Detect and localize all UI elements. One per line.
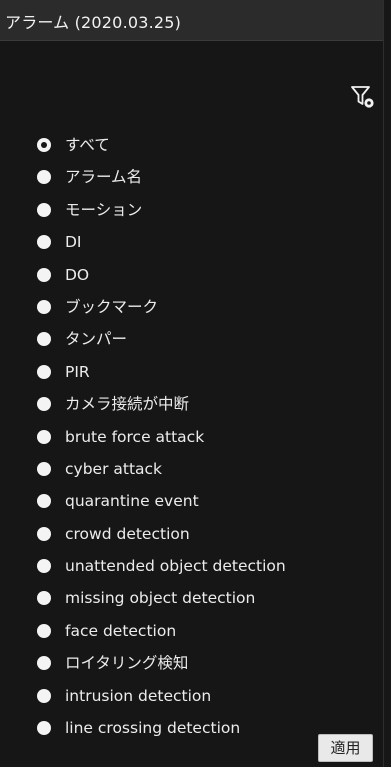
radio-unselected-icon[interactable] <box>37 656 51 671</box>
radio-unselected-icon[interactable] <box>37 623 51 638</box>
radio-unselected-icon[interactable] <box>37 235 51 250</box>
radio-unselected-icon[interactable] <box>37 461 51 476</box>
alarm-type-label: quarantine event <box>65 492 199 511</box>
filter-settings-icon[interactable] <box>350 84 376 110</box>
alarm-type-label: crowd detection <box>65 524 190 543</box>
alarm-type-label: DO <box>65 265 90 284</box>
panel-header: アラーム (2020.03.25) <box>0 0 383 41</box>
radio-unselected-icon[interactable] <box>37 364 51 379</box>
alarm-type-label: cyber attack <box>65 459 163 478</box>
alarm-type-label: intrusion detection <box>65 686 212 705</box>
radio-unselected-icon[interactable] <box>37 202 51 217</box>
alarm-type-label: line crossing detection <box>65 719 241 738</box>
alarm-type-label: カメラ接続が中断 <box>65 395 190 414</box>
radio-unselected-icon[interactable] <box>37 559 51 574</box>
radio-unselected-icon[interactable] <box>37 429 51 444</box>
radio-unselected-icon[interactable] <box>37 494 51 509</box>
alarm-type-label: PIR <box>65 362 90 381</box>
radio-selected-icon[interactable] <box>37 138 51 152</box>
alarm-type-label: face detection <box>65 621 177 640</box>
radio-unselected-icon[interactable] <box>37 591 51 606</box>
alarm-type-label: すべて <box>65 136 110 154</box>
alarm-type-label: missing object detection <box>65 589 256 608</box>
radio-unselected-icon[interactable] <box>37 332 51 347</box>
alarm-type-label: ブックマーク <box>65 297 159 316</box>
alarm-type-label: アラーム名 <box>65 168 143 187</box>
alarm-type-label: ロイタリング検知 <box>65 654 189 673</box>
alarm-type-label: モーション <box>65 200 143 219</box>
alarm-type-label: brute force attack <box>65 427 205 446</box>
alarm-type-label: DI <box>65 233 82 252</box>
radio-unselected-icon[interactable] <box>37 170 51 185</box>
alarm-type-label: unattended object detection <box>65 557 286 576</box>
radio-unselected-icon[interactable] <box>37 267 51 282</box>
panel-title: アラーム (2020.03.25) <box>5 13 182 32</box>
radio-unselected-icon[interactable] <box>37 721 51 736</box>
alarm-filter-panel: アラーム (2020.03.25) すべてアラーム名モーション DI DO ブックマー… <box>0 0 384 767</box>
radio-unselected-icon[interactable] <box>37 299 51 314</box>
apply-button[interactable]: 適用 <box>318 734 373 762</box>
radio-unselected-icon[interactable] <box>37 526 51 541</box>
radio-unselected-icon[interactable] <box>37 397 51 412</box>
alarm-type-label: タンパー <box>65 330 128 349</box>
radio-unselected-icon[interactable] <box>37 688 51 703</box>
